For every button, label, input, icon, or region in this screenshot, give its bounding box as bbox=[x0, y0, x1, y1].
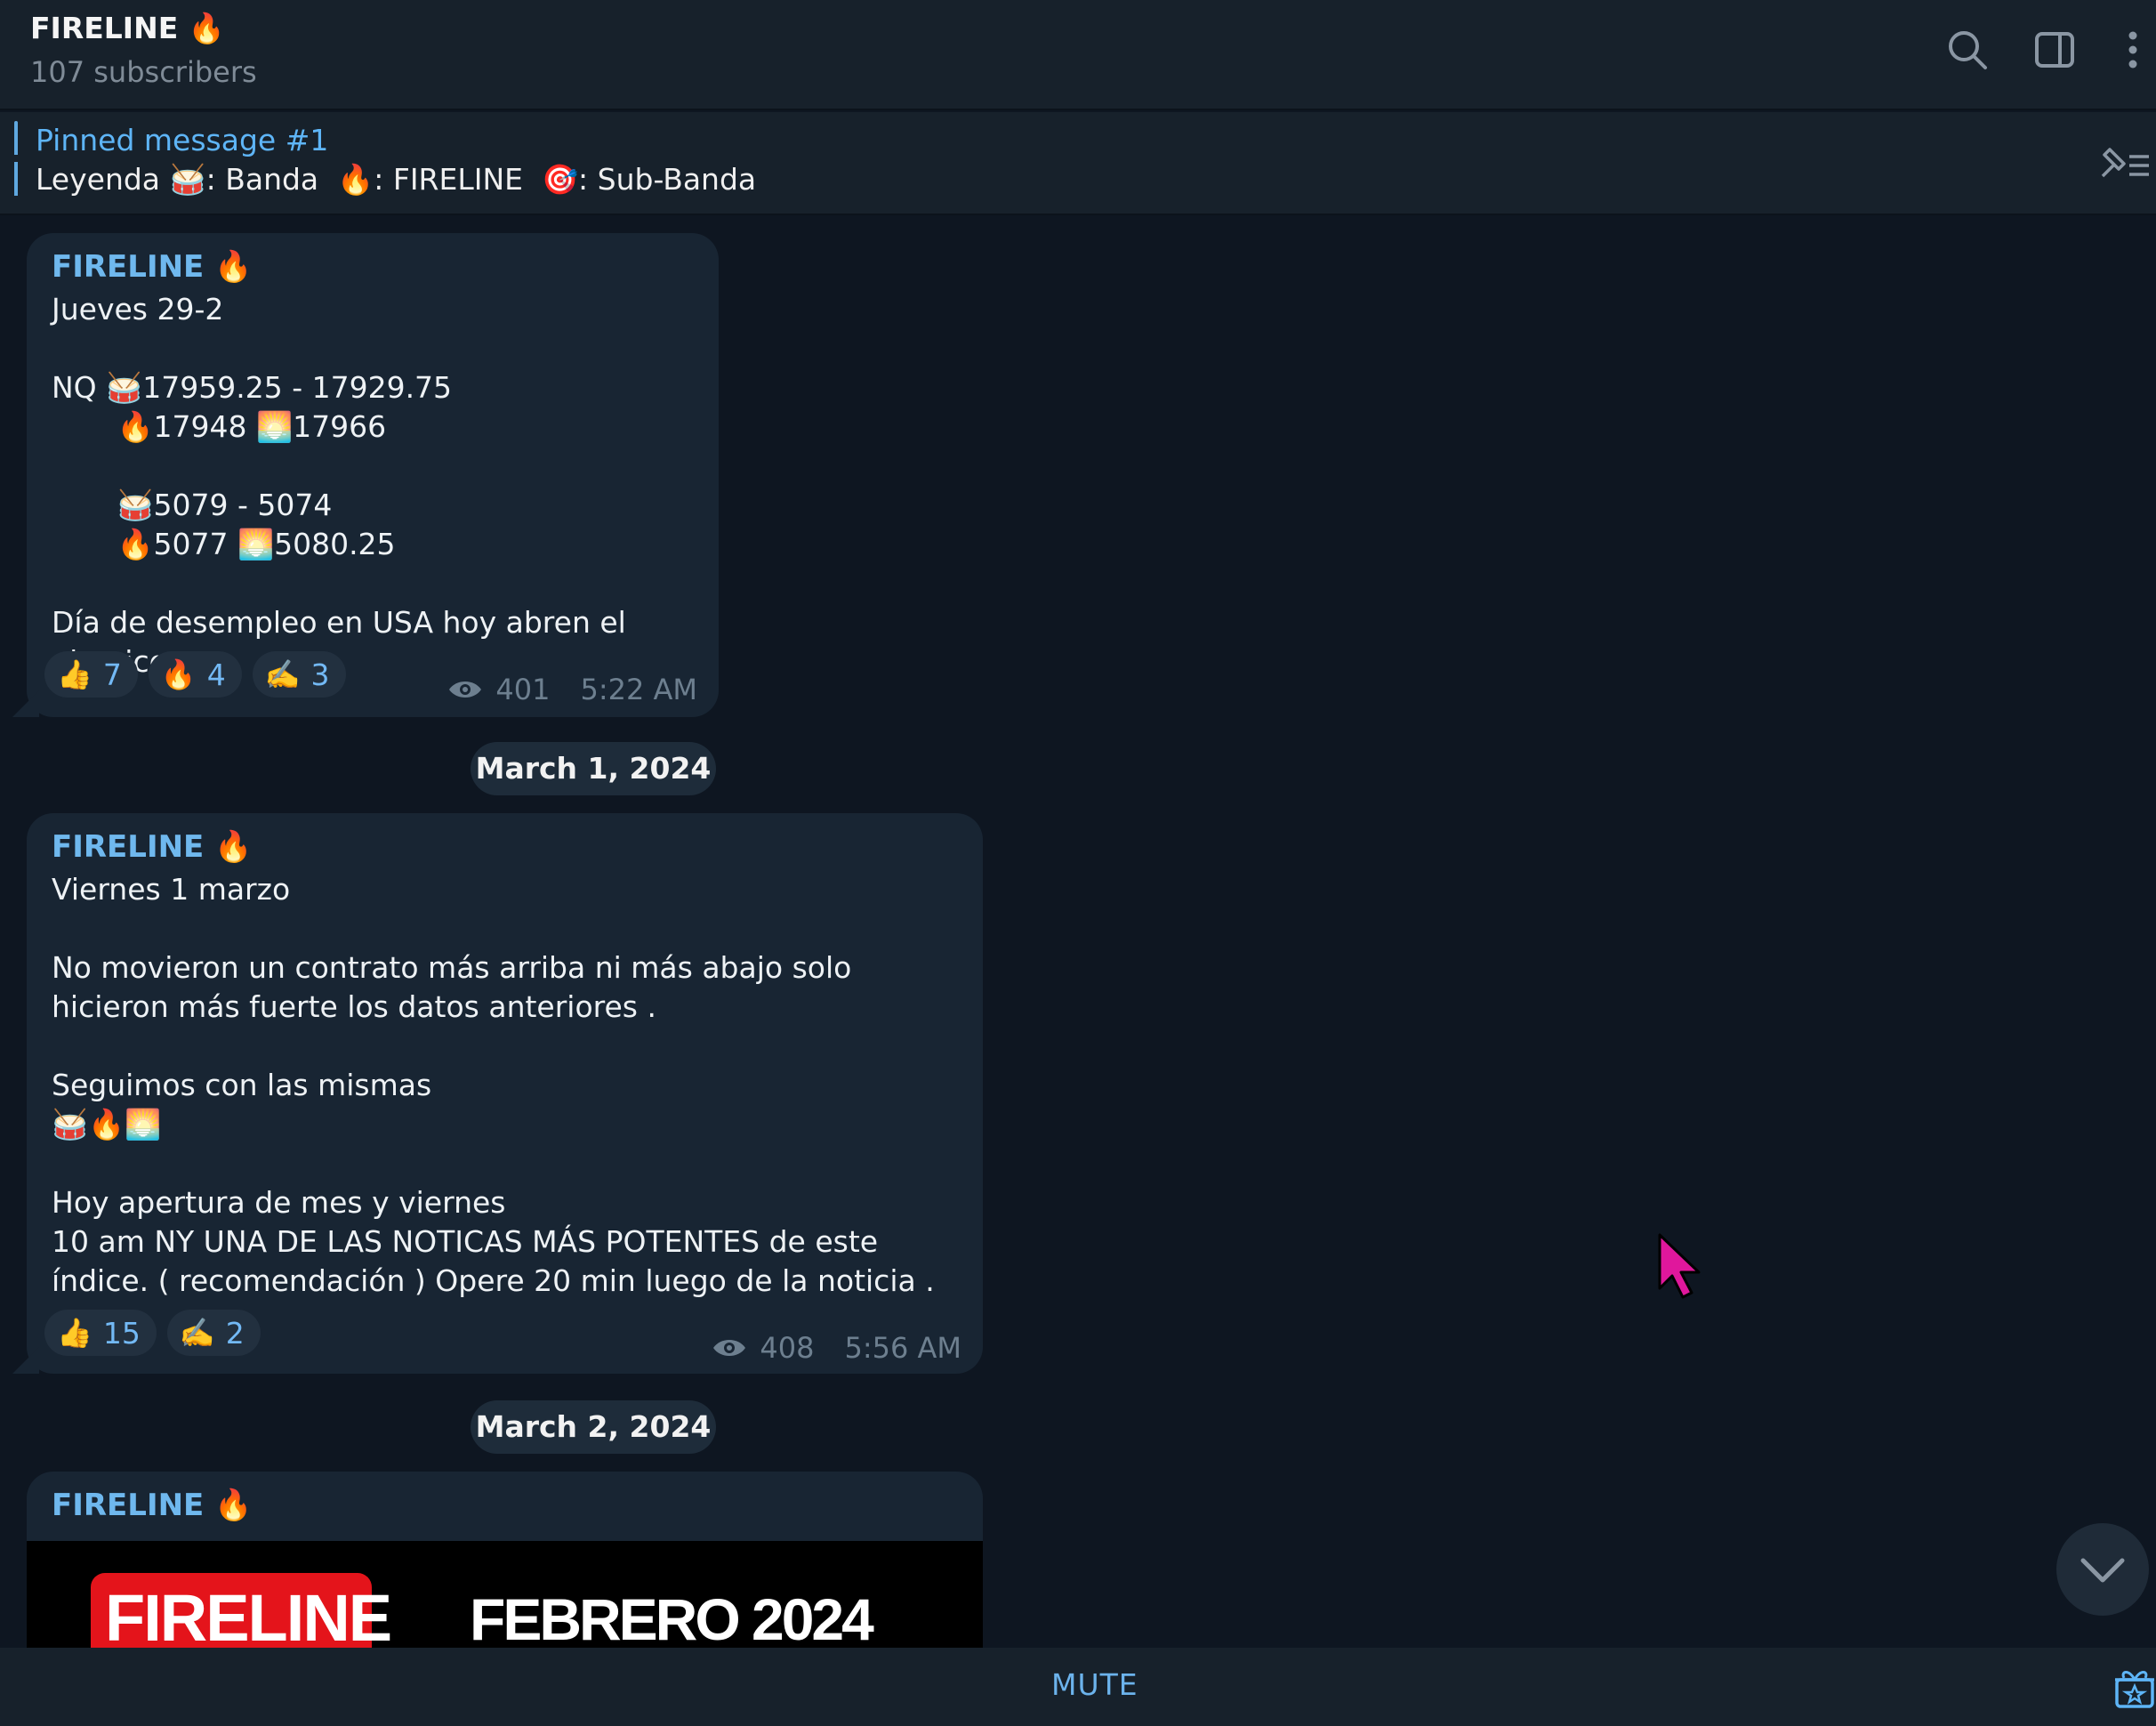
reactions-row: 👍 7 🔥 4 ✍️ 3 bbox=[44, 651, 346, 698]
fireline-logo: FIRELINE bbox=[91, 1573, 392, 1651]
mute-button[interactable]: MUTE bbox=[1051, 1667, 1138, 1702]
message-bubble[interactable]: FIRELINE 🔥 Viernes 1 marzo No movieron u… bbox=[12, 813, 983, 1374]
bubble-tail bbox=[12, 690, 39, 717]
reaction-thumbs-up[interactable]: 👍 15 bbox=[44, 1310, 157, 1356]
view-count: 401 bbox=[495, 673, 551, 706]
mouse-cursor bbox=[1656, 1231, 1710, 1304]
pinned-message-bar[interactable]: Pinned message #1 Leyenda 🥁: Banda 🔥: FI… bbox=[0, 112, 2156, 215]
message-sender[interactable]: FIRELINE 🔥 bbox=[52, 829, 252, 865]
message-sender[interactable]: FIRELINE 🔥 bbox=[52, 249, 252, 285]
message-bubble[interactable]: FIRELINE 🔥 Jueves 29-2 NQ 🥁17959.25 - 17… bbox=[12, 233, 719, 717]
message-text: Jueves 29-2 NQ 🥁17959.25 - 17929.75 🔥179… bbox=[52, 292, 626, 679]
subscriber-count: 107 subscribers bbox=[30, 55, 257, 89]
media-image[interactable]: FIRELINE FEBRERO 2024 bbox=[27, 1541, 983, 1651]
bubble-tail bbox=[12, 1347, 39, 1374]
reaction-count: 3 bbox=[310, 657, 330, 692]
reactions-row: 👍 15 ✍️ 2 bbox=[44, 1310, 261, 1356]
logo-text: FIRELINE bbox=[105, 1581, 392, 1651]
eye-icon bbox=[713, 1340, 746, 1356]
reaction-count: 2 bbox=[225, 1315, 245, 1351]
eye-icon bbox=[449, 682, 482, 698]
reaction-thumbs-up[interactable]: 👍 7 bbox=[44, 651, 138, 698]
message-sender[interactable]: FIRELINE 🔥 bbox=[52, 1488, 252, 1523]
pinned-text: Leyenda 🥁: Banda 🔥: FIRELINE 🎯: Sub-Band… bbox=[36, 162, 757, 197]
date-separator: March 2, 2024 bbox=[471, 1400, 716, 1454]
message-time: 5:56 AM bbox=[844, 1331, 961, 1365]
pinned-title: Pinned message #1 bbox=[36, 123, 329, 157]
gift-icon[interactable] bbox=[2113, 1664, 2156, 1710]
reaction-count: 15 bbox=[102, 1315, 141, 1351]
bottom-bar: MUTE bbox=[0, 1648, 2156, 1726]
message-meta: 401 5:22 AM bbox=[447, 673, 697, 706]
message-meta: 408 5:56 AM bbox=[712, 1331, 961, 1365]
sidebar-toggle-icon[interactable] bbox=[2030, 25, 2080, 75]
reaction-count: 4 bbox=[206, 657, 226, 692]
message-text: Viernes 1 marzo No movieron un contrato … bbox=[52, 872, 935, 1298]
channel-title[interactable]: FIRELINE 🔥 bbox=[30, 11, 225, 46]
more-vertical-icon[interactable] bbox=[2110, 25, 2156, 75]
pinned-list-icon[interactable] bbox=[2094, 141, 2151, 187]
media-title: FEBRERO 2024 bbox=[470, 1586, 874, 1651]
reaction-fire[interactable]: 🔥 4 bbox=[148, 651, 242, 698]
message-time: 5:22 AM bbox=[580, 673, 697, 706]
reaction-count: 7 bbox=[102, 657, 122, 692]
reaction-writing-hand[interactable]: ✍️ 3 bbox=[252, 651, 346, 698]
scroll-down-button[interactable] bbox=[2056, 1523, 2149, 1616]
writing-hand-icon: ✍️ bbox=[264, 657, 301, 691]
search-icon[interactable] bbox=[1943, 25, 1992, 75]
chevron-down-icon bbox=[2080, 1558, 2125, 1583]
reaction-writing-hand[interactable]: ✍️ 2 bbox=[166, 1310, 261, 1356]
thumbs-up-icon: 👍 bbox=[57, 1316, 93, 1350]
fire-icon: 🔥 bbox=[160, 657, 197, 691]
thumbs-up-icon: 👍 bbox=[57, 657, 93, 691]
date-separator: March 1, 2024 bbox=[471, 742, 716, 795]
chat-header: FIRELINE 🔥 107 subscribers bbox=[0, 0, 2156, 110]
writing-hand-icon: ✍️ bbox=[179, 1316, 215, 1350]
view-count: 408 bbox=[760, 1331, 815, 1365]
pinned-indicator bbox=[14, 121, 18, 203]
